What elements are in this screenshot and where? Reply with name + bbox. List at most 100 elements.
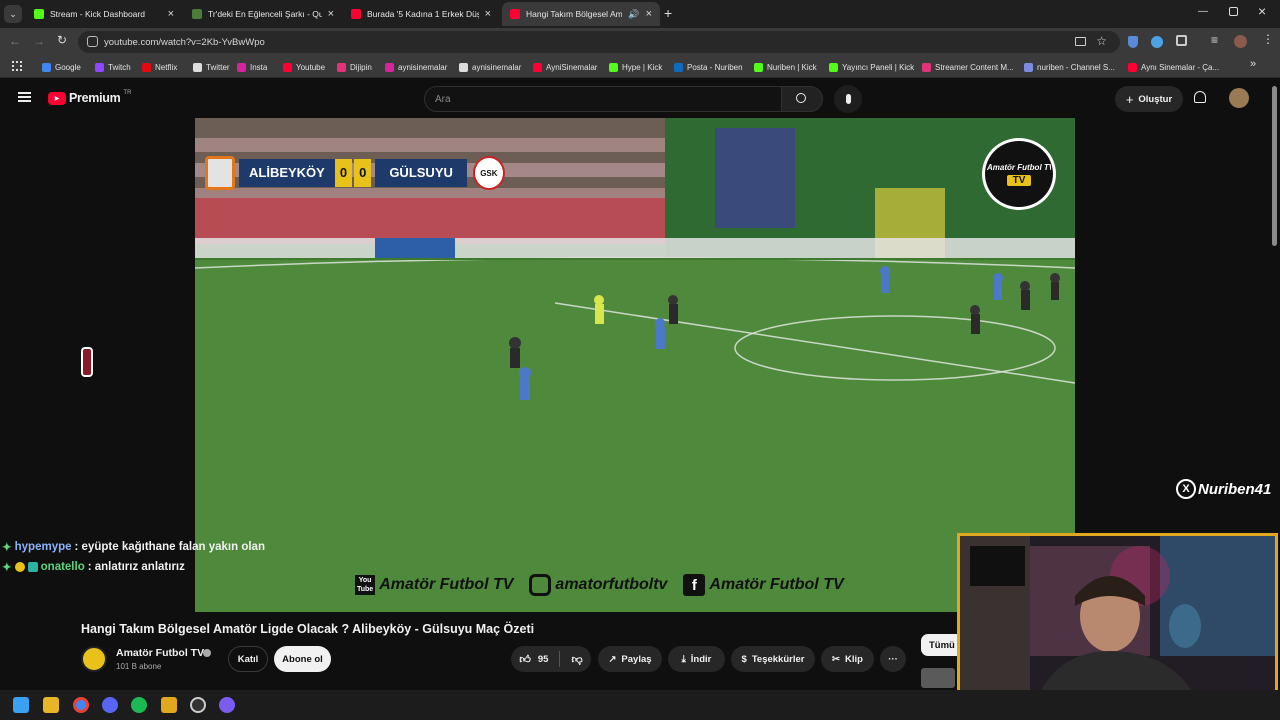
reload-icon[interactable]: ↻ — [57, 33, 67, 47]
voice-search-button[interactable] — [834, 85, 862, 113]
bookmark-item[interactable]: Nuriben | Kick — [754, 60, 817, 74]
bookmark-item[interactable]: Youtube — [283, 60, 325, 74]
obs-icon[interactable] — [190, 697, 206, 713]
chrome-icon[interactable] — [73, 697, 89, 713]
like-dislike-group: 👍︎ 95 👎︎ — [511, 646, 591, 672]
thumbs-down-icon[interactable]: 👎︎ — [571, 653, 582, 666]
instagram-icon — [529, 574, 552, 596]
tab-search-button[interactable]: ⌄ — [4, 5, 22, 23]
download-icon: ⤓ — [681, 653, 686, 665]
bookmark-star-icon[interactable]: ☆ — [1096, 34, 1107, 48]
close-icon[interactable]: × — [485, 8, 491, 20]
bookmark-item[interactable]: nuriben - Channel S... — [1024, 60, 1115, 74]
bookmark-item[interactable]: Twitter — [193, 60, 230, 74]
bookmark-item[interactable]: Yayıncı Paneli | Kick — [829, 60, 914, 74]
discord-icon[interactable] — [102, 697, 118, 713]
url-text: youtube.com/watch?v=2Kb-YvBwWpo — [104, 36, 265, 48]
bookmark-favicon-icon — [754, 62, 763, 72]
chat-message: ✦ hypemype : eyüpte kağıthane falan yakı… — [2, 540, 265, 554]
extensions-puzzle-icon[interactable] — [1176, 35, 1187, 46]
windows-taskbar — [0, 690, 1280, 720]
browser-tab-active[interactable]: Hangi Takım Bölgesel Amat 🔊 × — [502, 2, 660, 26]
bookmark-item[interactable]: Twitch — [95, 60, 131, 74]
bookmark-item[interactable]: aynisinemalar — [385, 60, 447, 74]
channel-avatar[interactable] — [81, 646, 107, 672]
cast-icon[interactable] — [1075, 37, 1086, 46]
subscribe-button[interactable]: Abone ol — [274, 646, 331, 672]
search-button[interactable] — [781, 86, 823, 112]
bookmark-favicon-icon — [283, 62, 292, 72]
browser-tab[interactable]: Stream - Kick Dashboard × — [26, 2, 182, 26]
site-info-icon[interactable] — [87, 36, 98, 47]
bookmark-label: Nuriben | Kick — [767, 62, 817, 72]
share-icon: ↗ — [608, 653, 617, 665]
new-tab-button[interactable]: + — [664, 5, 672, 21]
close-icon[interactable]: × — [328, 8, 334, 20]
apps-grid-icon[interactable] — [12, 61, 22, 71]
windows-start-icon[interactable] — [13, 697, 29, 713]
tab-title: Tr'deki En Eğlenceli Şarkı - Quiz — [208, 9, 322, 19]
clip-button[interactable]: ✂ Klip — [821, 646, 874, 672]
forward-icon[interactable]: → — [33, 34, 45, 48]
bookmark-favicon-icon — [1024, 62, 1033, 72]
bookmark-item[interactable]: Insta — [237, 60, 267, 74]
thanks-label: Teşekkürler — [751, 653, 805, 665]
download-button[interactable]: ⤓ İndir — [668, 646, 725, 672]
youtube-logo[interactable]: ▶ Premium TR — [48, 90, 131, 105]
notifications-bell-icon[interactable] — [1194, 91, 1206, 103]
channel-name[interactable]: Amatör Futbol TV — [116, 647, 204, 659]
bookmark-item[interactable]: AyniSinemalar — [533, 60, 597, 74]
bookmark-item[interactable]: Posta - Nuriben — [674, 60, 743, 74]
restore-icon[interactable] — [1229, 7, 1238, 16]
page-scrollbar[interactable] — [1272, 86, 1277, 246]
extension-shield-icon[interactable] — [1128, 36, 1138, 48]
bookmark-item[interactable]: aynisinemalar — [459, 60, 521, 74]
thanks-button[interactable]: $ Teşekkürler — [731, 646, 815, 672]
bookmark-item[interactable]: Netflix — [142, 60, 177, 74]
address-bar[interactable]: youtube.com/watch?v=2Kb-YvBwWpo ☆ — [78, 31, 1120, 53]
file-explorer-icon[interactable] — [43, 697, 59, 713]
more-bookmarks-icon[interactable]: » — [1250, 58, 1256, 70]
join-button[interactable]: Katıl — [228, 646, 268, 672]
video-player[interactable]: ALİBEYKÖY 0 0 GÜLSUYU GSK Amatör Futbol … — [195, 118, 1075, 612]
related-video-thumbnail[interactable] — [921, 668, 955, 688]
bookmark-item[interactable]: Google — [42, 60, 81, 74]
bookmark-item[interactable]: Dijipin — [337, 60, 372, 74]
browser-menu-icon[interactable]: ⋮ — [1262, 32, 1274, 46]
more-actions-button[interactable]: ··· — [880, 646, 906, 672]
hamburger-menu-icon[interactable] — [18, 92, 31, 102]
streaming-app-icon[interactable] — [161, 697, 177, 713]
bookmark-label: Youtube — [296, 62, 326, 72]
bookmark-favicon-icon — [922, 62, 931, 72]
profile-avatar-icon[interactable] — [1234, 35, 1247, 48]
app-icon[interactable] — [219, 697, 235, 713]
bookmark-item[interactable]: Streamer Content M... — [922, 60, 1014, 74]
account-avatar[interactable] — [1229, 88, 1249, 108]
extension-circle-icon[interactable] — [1151, 36, 1163, 48]
close-icon[interactable]: × — [168, 8, 174, 20]
back-icon[interactable]: ← — [9, 34, 21, 48]
kick-icon — [34, 9, 44, 19]
like-button[interactable]: 👍︎ 95 — [519, 653, 548, 666]
share-button[interactable]: ↗ Paylaş — [598, 646, 662, 672]
stream-overlay-icon — [81, 347, 93, 377]
spotify-icon[interactable] — [131, 697, 147, 713]
youtube-icon — [351, 9, 361, 19]
speaker-icon[interactable]: 🔊 — [628, 9, 639, 20]
minimize-icon[interactable]: — — [1198, 6, 1208, 17]
close-window-icon[interactable]: × — [1258, 3, 1266, 19]
bookmark-item[interactable]: Hype | Kick — [609, 60, 662, 74]
browser-tab[interactable]: Tr'deki En Eğlenceli Şarkı - Quiz × — [184, 2, 342, 26]
search-input[interactable]: Ara — [424, 86, 782, 112]
tab-title: Hangi Takım Bölgesel Amat — [526, 9, 623, 19]
chat-username: hypemype — [14, 541, 72, 553]
search-icon — [796, 93, 806, 103]
browser-tab[interactable]: Burada '5 Kadına 1 Erkek Düşüy × — [343, 2, 499, 26]
create-button[interactable]: + Oluştur — [1115, 86, 1183, 112]
bookmark-favicon-icon — [1128, 62, 1137, 72]
close-icon[interactable]: × — [646, 8, 652, 20]
chat-message: ✦ onatello : anlatırız anlatırız — [2, 560, 185, 574]
bookmark-item[interactable]: Aynı Sinemalar - Ça... — [1128, 60, 1219, 74]
media-list-icon[interactable]: ≡ — [1211, 33, 1218, 47]
away-score: 0 — [354, 159, 372, 187]
